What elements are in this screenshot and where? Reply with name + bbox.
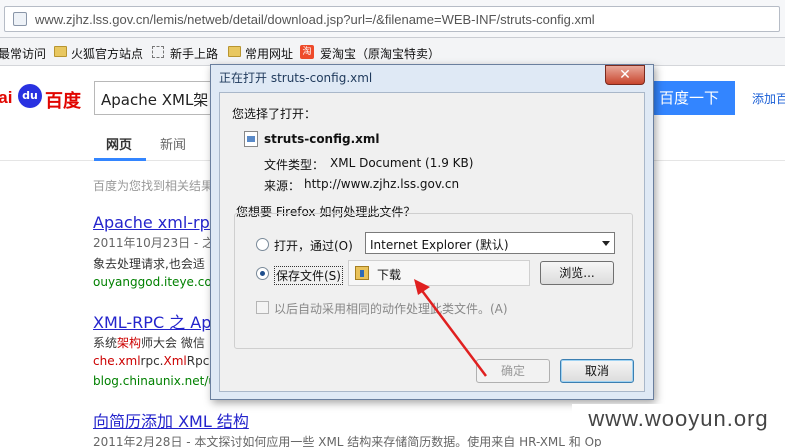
bookmark-aitaobao[interactable]: 爱淘宝（原淘宝特卖） [320,45,440,62]
result-snippet-3a: 2011年2月28日 - 本文探讨如何应用一些 XML 结构来存储简历数据。使用… [93,435,602,447]
result-snippet-2a: 系统架构师大会 微信 [93,336,205,350]
add-link[interactable]: 添加百 [752,90,785,107]
result-title-2[interactable]: XML-RPC 之 Ap [93,309,211,333]
file-name: struts-config.xml [264,132,380,146]
search-input-value: Apache XML架 [101,91,209,109]
download-dialog: 正在打开 struts-config.xml ✕ 您选择了打开： struts-… [210,64,654,400]
result-snippet-1b: 象去处理请求,也会适 [93,257,205,271]
bookmark-common-sites[interactable]: 常用网址 [245,45,293,62]
open-with-select[interactable]: Internet Explorer (默认) [365,232,615,254]
site-identity-icon[interactable] [13,12,27,26]
baidu-paw-icon: du [18,84,42,108]
bookmark-most-visited[interactable]: 最常访问 [0,45,46,62]
result-title-3[interactable]: 向简历添加 XML 结构 [93,408,249,432]
result-count: 百度为您找到相关结果 [93,179,214,193]
save-file-radio[interactable] [256,267,269,280]
save-file-label[interactable]: 保存文件(S) [274,266,343,285]
file-type-value: XML Document (1.9 KB) [330,156,474,170]
bookmark-firefox-official[interactable]: 火狐官方站点 [71,45,143,62]
active-tab-indicator [94,158,146,161]
page-icon [152,46,164,58]
open-with-select-value: Internet Explorer (默认) [370,238,509,252]
logo-bai-text: Bai [0,88,13,107]
url-bar: www.zjhz.lss.gov.cn/lemis/netweb/detail/… [0,0,785,38]
source-value: http://www.zjhz.lss.gov.cn [304,177,460,191]
close-button[interactable]: ✕ [605,65,645,85]
folder-icon [228,46,241,57]
search-button[interactable]: 百度一下 [643,81,735,115]
dialog-title: 正在打开 struts-config.xml [219,71,373,85]
open-with-radio[interactable] [256,238,269,251]
baidu-logo[interactable]: Bai du 百度 [0,84,88,112]
result-url-2[interactable]: blog.chinaunix.net/u [93,374,216,388]
file-type-label: 文件类型： [264,158,325,172]
tab-web[interactable]: 网页 [106,134,132,153]
open-with-label[interactable]: 打开，通过(O) [274,237,353,254]
address-field[interactable]: www.zjhz.lss.gov.cn/lemis/netweb/detail/… [4,6,780,32]
save-location-field: 下载 [348,260,530,286]
dialog-body: 您选择了打开： struts-config.xml 文件类型： XML Docu… [219,92,645,392]
browse-button[interactable]: 浏览... [540,261,614,285]
chevron-down-icon [602,241,610,246]
taobao-icon: 淘 [300,45,314,59]
auto-action-checkbox[interactable] [256,301,269,314]
result-url-1[interactable]: ouyanggod.iteye.com [93,275,223,289]
folder-icon [54,46,67,57]
result-snippet-1a: 2011年10月23日 - 之 [93,236,215,250]
tab-news[interactable]: 新闻 [160,134,186,153]
bookmark-getting-started[interactable]: 新手上路 [170,45,218,62]
bookmarks-toolbar: 最常访问 火狐官方站点 新手上路 常用网址 淘 爱淘宝（原淘宝特卖） [0,38,785,66]
xml-file-icon [244,131,258,147]
logo-chinese-text: 百度 [45,91,81,112]
chose-to-open-label: 您选择了打开： [232,107,317,121]
address-text: www.zjhz.lss.gov.cn/lemis/netweb/detail/… [35,12,595,27]
save-location-text: 下载 [377,268,402,282]
result-snippet-2b: che.xmlrpc.XmlRpcS [93,354,217,368]
cancel-button[interactable]: 取消 [560,359,634,383]
ok-button[interactable]: 确定 [476,359,550,383]
auto-action-label: 以后自动采用相同的动作处理此类文件。(A) [274,302,508,316]
source-label: 来源： [264,179,301,193]
download-folder-icon [355,266,369,280]
watermark: www.wooyun.org [572,404,785,434]
